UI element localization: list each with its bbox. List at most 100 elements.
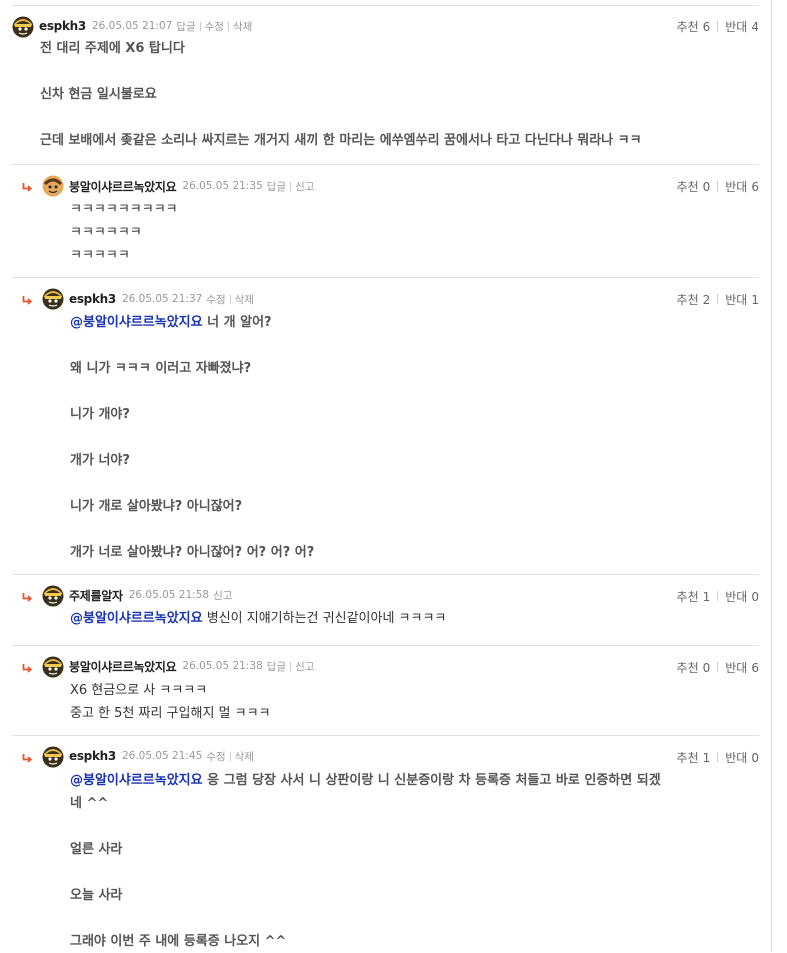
oppose-button[interactable]: 반대 4 (725, 18, 759, 35)
comment-body: @붕알이샤르르녹았지요 응 그럼 당장 사서 니 상판이랑 니 신분증이랑 차 … (70, 769, 749, 953)
divider (717, 21, 719, 31)
comment-author[interactable]: espkh3 (69, 749, 116, 763)
comment-author[interactable]: 붕알이샤르르녹았지요 (69, 178, 177, 195)
recommend-button[interactable]: 추천 1 (677, 749, 711, 766)
oppose-label: 반대 (725, 19, 748, 34)
edit-link[interactable]: 수정 (206, 749, 225, 764)
oppose-button[interactable]: 반대 0 (725, 588, 759, 605)
comment-line (70, 861, 749, 884)
oppose-button[interactable]: 반대 6 (725, 178, 759, 195)
oppose-count: 6 (751, 179, 759, 194)
edit-link[interactable]: 수정 (205, 19, 224, 34)
reply-link[interactable]: 답글 (267, 659, 286, 674)
comment-line: @붕알이샤르르녹았지요 응 그럼 당장 사서 니 상판이랑 니 신분증이랑 차 … (70, 769, 749, 792)
scrollbar-track[interactable] (771, 0, 772, 952)
oppose-label: 반대 (725, 589, 748, 604)
report-link[interactable]: 신고 (295, 659, 314, 674)
recommend-count: 0 (702, 179, 711, 194)
recommend-button[interactable]: 추천 0 (677, 178, 711, 195)
recommend-label: 추천 (676, 660, 699, 675)
comment-line: ㅋㅋㅋㅋㅋㅋ (70, 225, 142, 240)
oppose-label: 반대 (725, 750, 748, 765)
oppose-label: 반대 (725, 660, 748, 675)
mention-link[interactable]: @붕알이샤르르녹았지요 (70, 773, 203, 788)
report-link[interactable]: 신고 (295, 179, 314, 194)
vote-box: 추천 0 반대 6 (677, 176, 759, 196)
report-link[interactable]: 신고 (213, 588, 232, 603)
avatar[interactable] (12, 16, 34, 38)
mention-link[interactable]: @붕알이샤르르녹았지요 (70, 315, 203, 330)
divider (717, 181, 719, 191)
mention-link[interactable]: @붕알이샤르르녹았지요 (70, 611, 203, 626)
reply-item: 붕알이샤르르녹았지요 26.05.05 21:35 답글 신고 추천 0 반대 6 … (12, 164, 759, 278)
reply-link[interactable]: 답글 (267, 179, 286, 194)
comment-line: 그래야 이번 주 내에 등록증 나오지 ^^ (70, 934, 287, 949)
comment-line: 신차 현금 일시불로요 (40, 87, 157, 102)
comment-date: 26.05.05 21:58 (128, 589, 210, 601)
oppose-count: 0 (751, 750, 759, 765)
recommend-count: 6 (702, 19, 711, 34)
avatar[interactable] (42, 656, 64, 678)
oppose-button[interactable]: 반대 6 (725, 659, 759, 676)
avatar[interactable] (42, 288, 64, 310)
comment-text: 응 그럼 당장 사서 니 상판이랑 니 신분증이랑 차 등록증 처들고 바로 인… (202, 773, 661, 788)
comment-text: 너 개 알어? (202, 315, 272, 330)
oppose-label: 반대 (725, 179, 748, 194)
recommend-label: 추천 (676, 19, 699, 34)
delete-link[interactable]: 삭제 (235, 292, 254, 307)
vote-box: 추천 6 반대 4 (677, 16, 759, 36)
delete-link[interactable]: 삭제 (233, 19, 252, 34)
divider (199, 21, 201, 31)
recommend-button[interactable]: 추천 6 (677, 18, 711, 35)
comment-line (70, 380, 749, 403)
recommend-count: 0 (702, 660, 711, 675)
comment-line: 근데 보배에서 좆같은 소리나 싸지르는 개거지 새끼 한 마리는 에쑤엠쑤리 … (40, 133, 642, 148)
oppose-button[interactable]: 반대 1 (725, 291, 759, 308)
comment-line: @붕알이샤르르녹았지요 병신이 지얘기하는건 귀신같이아네 ㅋㅋㅋㅋ (70, 607, 749, 630)
comment-body: 전 대리 주제에 X6 탑니다 신차 현금 일시불로요 근데 보배에서 좆같은 … (40, 37, 749, 152)
delete-link[interactable]: 삭제 (235, 749, 254, 764)
oppose-count: 0 (751, 589, 759, 604)
vote-box: 추천 1 반대 0 (677, 747, 759, 767)
reply-link[interactable]: 답글 (176, 19, 195, 34)
comment-line: 개가 너야? (70, 453, 130, 468)
comment-date: 26.05.05 21:38 (182, 660, 263, 672)
oppose-button[interactable]: 반대 0 (725, 749, 759, 766)
divider (290, 661, 292, 671)
comment-line (70, 426, 749, 449)
divider (229, 751, 231, 761)
edit-link[interactable]: 수정 (206, 292, 225, 307)
comment-line: ㅋㅋㅋㅋㅋㅋㅋㅋㅋ (70, 202, 178, 217)
divider (229, 294, 231, 304)
comment-date: 26.05.05 21:35 (182, 180, 263, 192)
divider (717, 294, 719, 304)
avatar[interactable] (42, 746, 64, 768)
recommend-count: 1 (702, 750, 711, 765)
recommend-label: 추천 (676, 589, 699, 604)
comment-line: ㅋㅋㅋㅋㅋ (70, 248, 130, 263)
comment-author[interactable]: espkh3 (39, 19, 86, 33)
comment-line: @붕알이샤르르녹았지요 너 개 알어? (70, 311, 749, 334)
comment-author[interactable]: espkh3 (69, 292, 116, 306)
comment-body: @붕알이샤르르녹았지요 너 개 알어? 왜 니가 ㅋㅋㅋ 이러고 자빠졌냐? 니… (70, 311, 749, 564)
recommend-count: 2 (702, 292, 711, 307)
reply-item: espkh3 26.05.05 21:37 수정 삭제 추천 2 반대 1 @붕알이… (12, 277, 759, 575)
divider (717, 662, 719, 672)
comment-line (70, 518, 749, 541)
comment-author[interactable]: 붕알이샤르르녹았지요 (69, 658, 177, 675)
avatar[interactable] (42, 585, 64, 607)
comment-author[interactable]: 주제를알자 (69, 587, 123, 604)
avatar[interactable] (42, 175, 64, 197)
recommend-button[interactable]: 추천 0 (677, 659, 711, 676)
comment-item: espkh3 26.05.05 21:07 답글 수정 삭제 추천 6 반대 4 전… (12, 6, 759, 164)
comment-body: X6 현금으로 사 ㅋㅋㅋㅋ 중고 한 5천 짜리 구입해지 멀 ㅋㅋㅋ (70, 679, 749, 725)
divider (717, 591, 719, 601)
recommend-label: 추천 (676, 750, 699, 765)
divider (717, 752, 719, 762)
comment-line: 개가 너로 살아봤냐? 아니잖어? 어? 어? 어? (70, 545, 315, 560)
recommend-button[interactable]: 추천 2 (677, 291, 711, 308)
recommend-button[interactable]: 추천 1 (677, 588, 711, 605)
comment-line: 오늘 사라 (70, 888, 123, 903)
reply-arrow-icon (22, 182, 32, 192)
comment-line: 니가 개야? (70, 407, 130, 422)
